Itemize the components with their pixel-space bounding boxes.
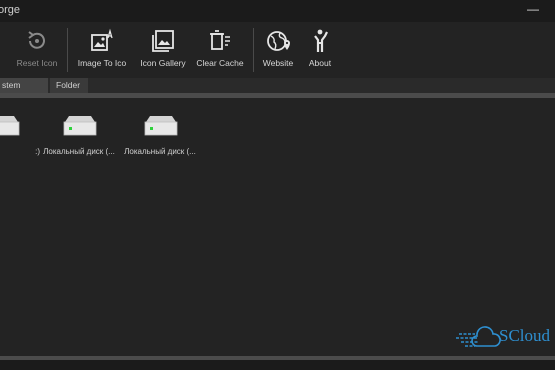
image-to-ico-icon [91, 28, 113, 51]
icon-gallery-button[interactable]: Icon Gallery [136, 28, 190, 74]
reset-icon-button[interactable]: Reset Icon [12, 28, 62, 74]
status-bar [0, 356, 555, 370]
drive-label: Локальный диск (... [43, 147, 115, 156]
icon-gallery-label: Icon Gallery [140, 58, 186, 68]
about-button[interactable]: About [303, 28, 337, 74]
image-to-ico-label: Image To Ico [77, 58, 127, 68]
tab-folder[interactable]: Folder [50, 78, 88, 93]
reset-icon [28, 31, 45, 49]
gallery-icon [152, 30, 174, 52]
list-item[interactable]: Локальный диск (... [120, 110, 200, 160]
cloud-logo-icon [456, 326, 501, 347]
watermark-text: SCloud [499, 326, 551, 345]
window-title: orge [0, 4, 21, 16]
toolbar-separator [67, 28, 68, 72]
reset-icon-label: Reset Icon [16, 58, 58, 68]
list-item[interactable]: :) [0, 110, 42, 160]
website-button[interactable]: Website [259, 28, 297, 74]
title-bar: orge — [0, 0, 555, 22]
hard-drive-icon [63, 116, 97, 136]
drive-label: :) [35, 147, 40, 156]
hard-drive-icon [144, 116, 178, 136]
person-icon [314, 29, 328, 52]
tab-system-icons[interactable]: stem Icons [0, 78, 48, 105]
toolbar-partial-button[interactable] [0, 28, 8, 74]
hard-drive-icon [0, 116, 20, 136]
minimize-button[interactable]: — [526, 3, 540, 18]
app-window: orge — Reset Icon Image To Ico Icon Gall… [0, 0, 555, 370]
list-item[interactable]: Локальный диск (... [39, 110, 119, 160]
clear-cache-icon [210, 30, 230, 50]
toolbar-separator [253, 28, 254, 72]
watermark: SCloud [455, 322, 555, 350]
drive-list: :) Локальный диск (... Локальный диск (.… [0, 98, 555, 356]
website-label: Website [262, 58, 294, 68]
drive-label: Локальный диск (... [124, 147, 196, 156]
image-to-ico-button[interactable]: Image To Ico [74, 28, 130, 74]
globe-icon [267, 31, 290, 51]
clear-cache-button[interactable]: Clear Cache [194, 28, 246, 74]
toolbar: Reset Icon Image To Ico Icon Gallery Cle… [0, 22, 555, 78]
tab-strip: stem Icons Folder [0, 78, 555, 105]
clear-cache-label: Clear Cache [196, 58, 244, 68]
about-label: About [308, 58, 332, 68]
